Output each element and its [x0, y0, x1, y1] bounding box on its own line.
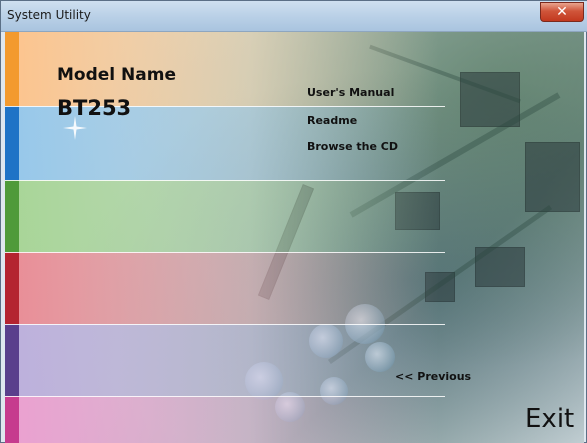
band-green	[19, 180, 439, 252]
client-area: Model Name BT253 User's Manual Readme Br…	[5, 32, 584, 443]
system-utility-window: System Utility ✕ Model Name BT253 User's…	[0, 0, 587, 443]
band-purple	[19, 324, 439, 396]
users-manual-link[interactable]: User's Manual	[307, 86, 394, 99]
stripe-orange	[5, 32, 19, 106]
stripe-purple	[5, 324, 19, 396]
title-bar[interactable]: System Utility ✕	[1, 1, 587, 32]
window-title: System Utility	[7, 8, 91, 22]
previous-button[interactable]: << Previous	[395, 370, 471, 383]
stripe-pink	[5, 396, 19, 443]
sparkle-icon	[63, 116, 87, 140]
close-button[interactable]: ✕	[540, 2, 584, 22]
readme-link[interactable]: Readme	[307, 114, 357, 127]
band-divider	[5, 252, 445, 253]
band-divider	[5, 324, 445, 325]
exit-button[interactable]: Exit	[525, 404, 574, 434]
band-divider	[5, 396, 445, 397]
band-pink	[19, 396, 439, 443]
browse-cd-link[interactable]: Browse the CD	[307, 140, 398, 153]
model-name-label: Model Name	[57, 65, 176, 85]
stripe-blue	[5, 106, 19, 180]
stripe-green	[5, 180, 19, 252]
close-icon: ✕	[556, 4, 568, 20]
stripe-red	[5, 252, 19, 324]
band-red	[19, 252, 439, 324]
band-divider	[5, 180, 445, 181]
